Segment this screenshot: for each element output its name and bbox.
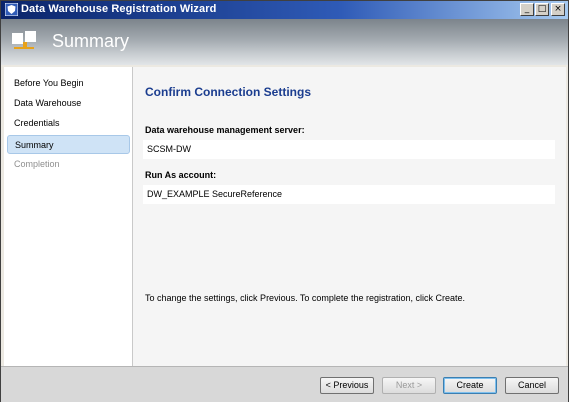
sidebar-item-before-you-begin[interactable]: Before You Begin — [7, 74, 130, 93]
maximize-button[interactable]: □ — [535, 3, 549, 16]
server-value: SCSM-DW — [143, 140, 555, 159]
title-bar[interactable]: Data Warehouse Registration Wizard _ □ × — [1, 1, 568, 19]
section-heading: Confirm Connection Settings — [145, 85, 311, 99]
create-button[interactable]: Create — [443, 377, 497, 394]
instruction-text: To change the settings, click Previous. … — [145, 293, 465, 303]
window-title: Data Warehouse Registration Wizard — [21, 3, 217, 15]
wizard-steps-sidebar: Before You Begin Data Warehouse Credenti… — [4, 67, 133, 366]
main-content: Confirm Connection Settings Data warehou… — [133, 67, 566, 366]
server-label: Data warehouse management server: — [145, 125, 305, 135]
close-button[interactable]: × — [551, 3, 565, 16]
shield-icon — [5, 3, 18, 16]
account-label: Run As account: — [145, 170, 217, 180]
sidebar-item-completion: Completion — [14, 159, 60, 169]
account-value: DW_EXAMPLE SecureReference — [143, 185, 555, 204]
wizard-panels-icon — [12, 31, 36, 49]
sidebar-item-credentials[interactable]: Credentials — [7, 114, 130, 133]
sidebar-item-summary[interactable]: Summary — [7, 135, 130, 154]
cancel-button[interactable]: Cancel — [505, 377, 559, 394]
wizard-header: Summary — [1, 19, 568, 65]
wizard-window: Data Warehouse Registration Wizard _ □ ×… — [0, 0, 569, 402]
next-button[interactable]: Next > — [382, 377, 436, 394]
page-title: Summary — [52, 31, 130, 51]
previous-button[interactable]: < Previous — [320, 377, 374, 394]
minimize-button[interactable]: _ — [520, 3, 534, 16]
sidebar-item-data-warehouse[interactable]: Data Warehouse — [7, 94, 130, 113]
button-bar: < Previous Next > Create Cancel — [1, 366, 568, 402]
